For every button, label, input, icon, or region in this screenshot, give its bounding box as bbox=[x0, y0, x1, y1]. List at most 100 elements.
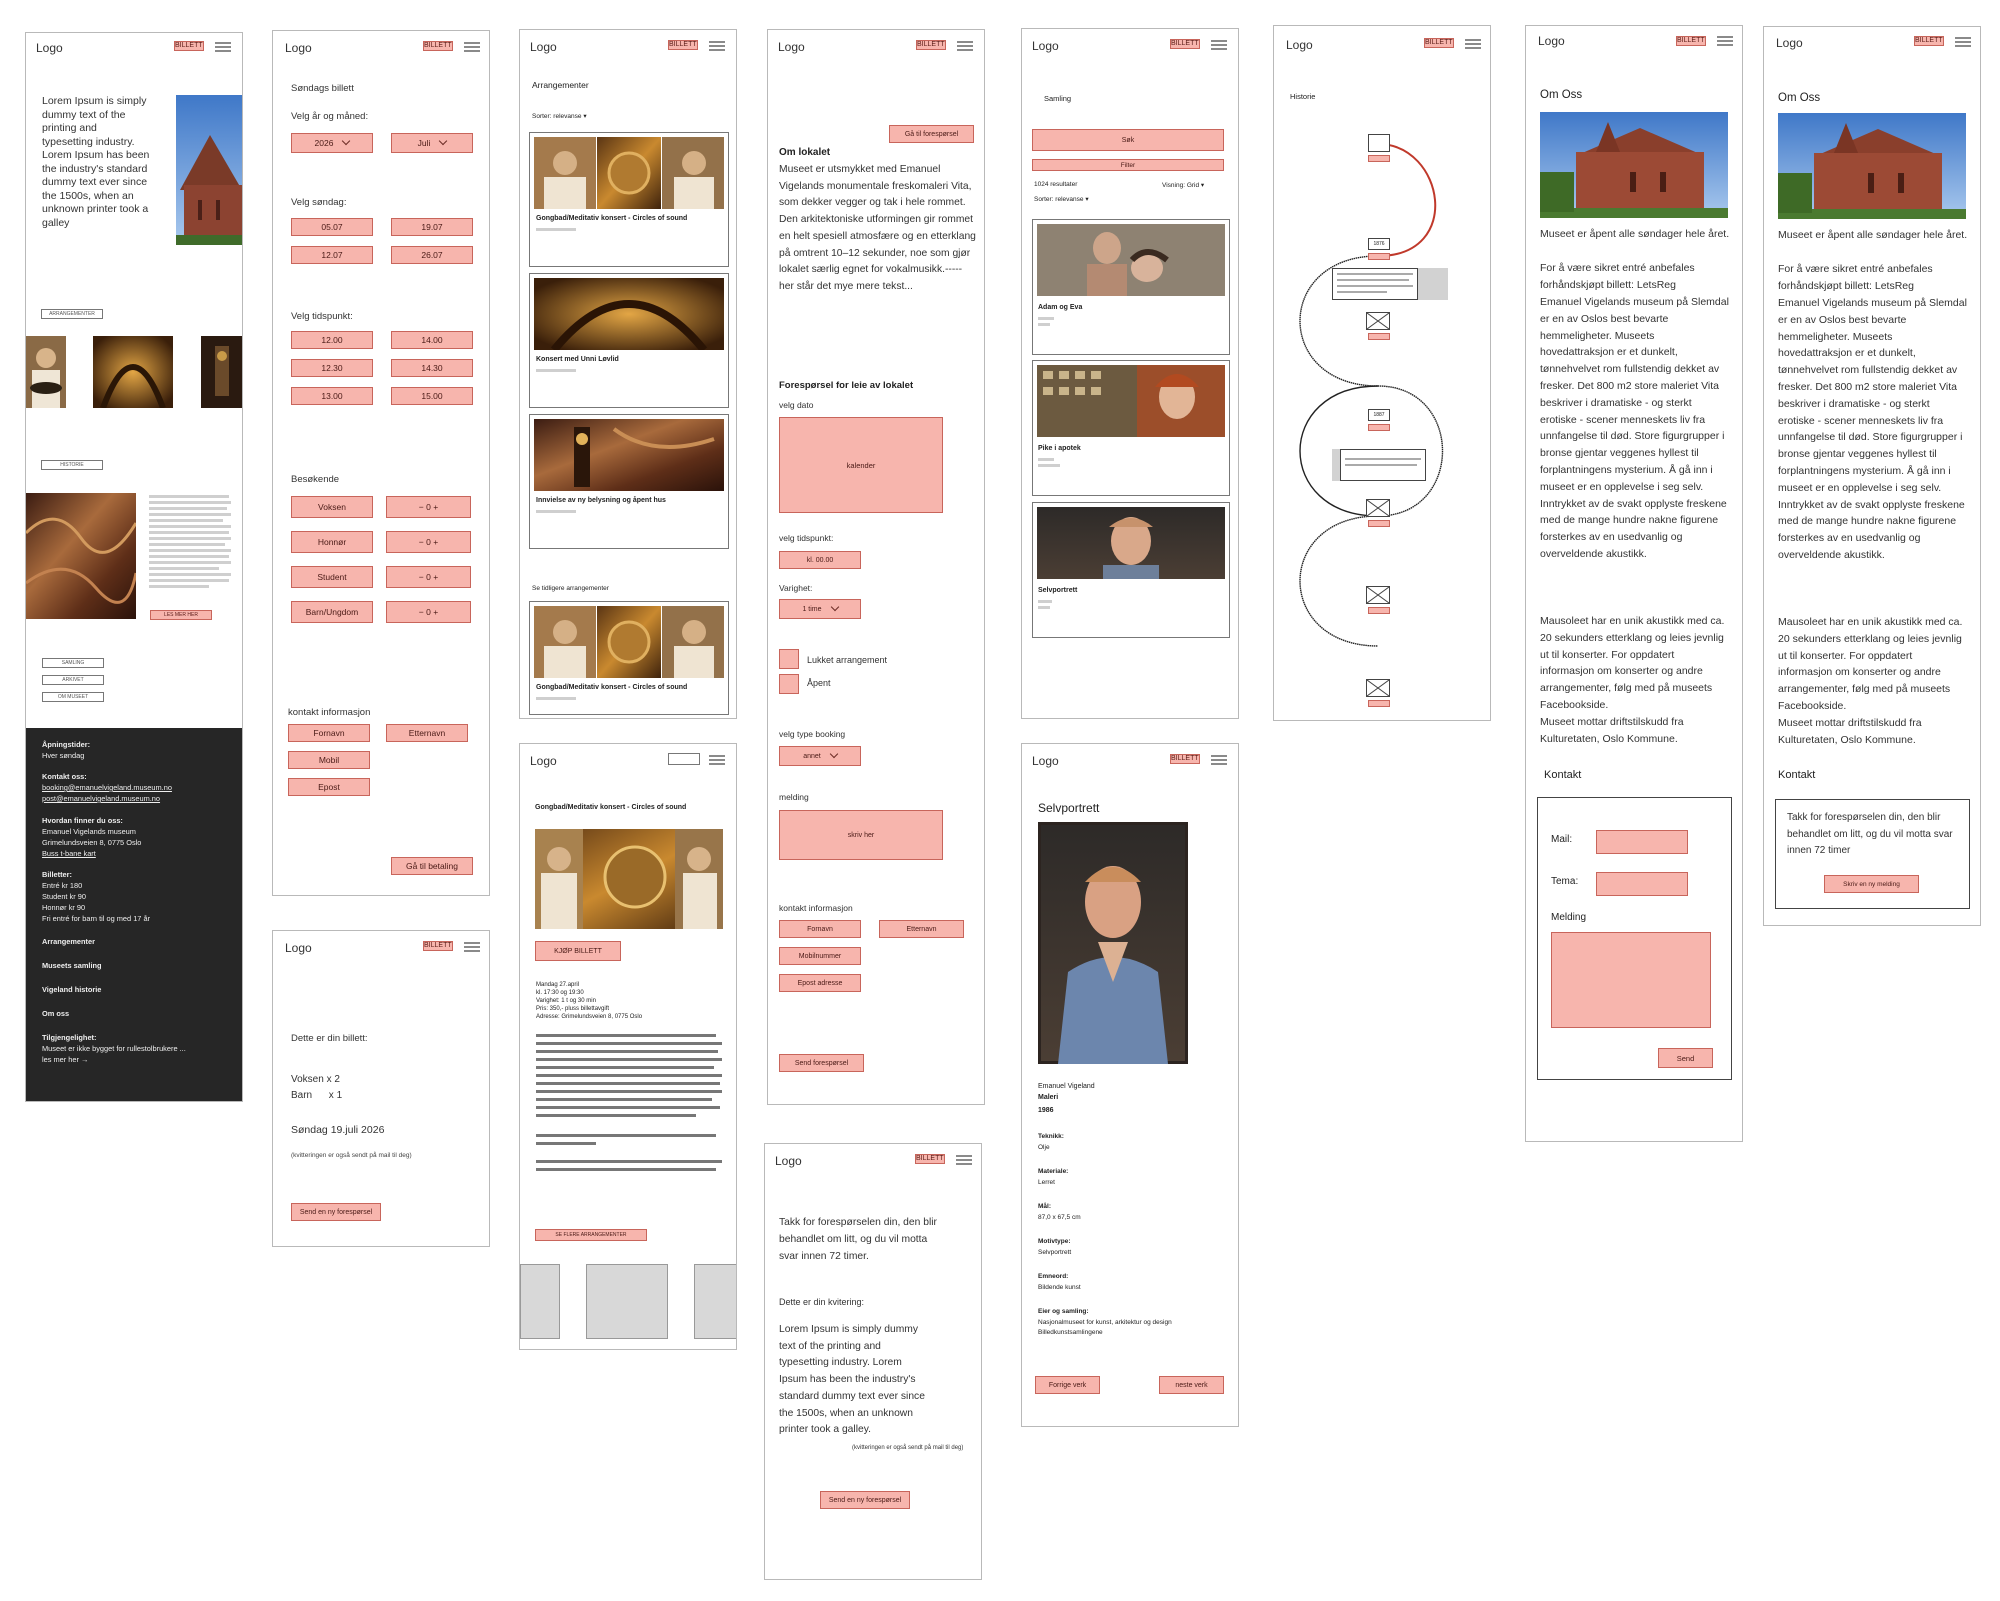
tickets-button[interactable]: BILLETTER bbox=[1676, 36, 1706, 46]
first-name-field[interactable]: Fornavn bbox=[779, 920, 861, 938]
message-field[interactable]: skriv her bbox=[779, 810, 943, 860]
time-option-1300[interactable]: 13.00 bbox=[291, 387, 373, 405]
hamburger-menu-icon[interactable] bbox=[464, 942, 480, 952]
timeline-node[interactable] bbox=[1368, 134, 1390, 152]
logo[interactable]: Logo bbox=[1032, 754, 1059, 768]
previous-events-link[interactable]: Se tidligere arrangementer bbox=[532, 585, 609, 592]
tickets-button[interactable]: BILLETTER bbox=[423, 941, 453, 951]
go-to-request-button[interactable]: Gå til forespørsel bbox=[889, 125, 974, 143]
tickets-button[interactable]: BILLETTER bbox=[916, 40, 946, 50]
new-request-button[interactable]: Send en ny forespørsel bbox=[820, 1491, 910, 1509]
logo[interactable]: Logo bbox=[285, 41, 312, 55]
search-button[interactable]: Søk bbox=[1032, 129, 1224, 151]
arrangements-button[interactable]: ARRANGEMENTER bbox=[41, 309, 103, 319]
artwork-card[interactable]: Adam og Eva bbox=[1032, 219, 1230, 355]
logo[interactable]: Logo bbox=[1538, 34, 1565, 48]
read-more-button[interactable]: LES MER HER bbox=[150, 610, 212, 620]
hamburger-menu-icon[interactable] bbox=[464, 42, 480, 52]
new-message-button[interactable]: Skriv en ny melding bbox=[1824, 875, 1919, 893]
event-card[interactable]: Innvielse av ny belysning og åpent hus bbox=[529, 414, 729, 549]
tickets-button[interactable]: BILLETTER bbox=[1170, 39, 1200, 49]
closed-event-checkbox[interactable] bbox=[779, 649, 799, 669]
new-request-button[interactable]: Send en ny forespørsel bbox=[291, 1203, 381, 1221]
archive-link[interactable]: ARKIVET bbox=[42, 675, 104, 685]
timeline-year-1887[interactable]: 1887 bbox=[1368, 409, 1390, 421]
go-to-payment-button[interactable]: Gå til betaling bbox=[391, 857, 473, 875]
logo[interactable]: Logo bbox=[775, 1154, 802, 1168]
hamburger-menu-icon[interactable] bbox=[215, 42, 231, 52]
tickets-button[interactable]: BILLETTER bbox=[668, 40, 698, 50]
logo[interactable]: Logo bbox=[1776, 36, 1803, 50]
topic-field[interactable] bbox=[1596, 872, 1688, 896]
duration-select[interactable]: 1 time bbox=[779, 599, 861, 619]
hamburger-menu-icon[interactable] bbox=[1211, 40, 1227, 50]
footer-transport-links[interactable]: Buss t-bane kart bbox=[42, 849, 96, 858]
tickets-button[interactable]: BILLETTER bbox=[915, 1154, 945, 1164]
mobile-field[interactable]: Mobilnummer bbox=[779, 947, 861, 965]
email-field[interactable]: Epost adresse bbox=[779, 974, 861, 992]
hamburger-menu-icon[interactable] bbox=[709, 41, 725, 51]
footer-read-more-link[interactable]: les mer her → bbox=[42, 1055, 88, 1064]
calendar-picker[interactable]: kalender bbox=[779, 417, 943, 513]
time-option-1430[interactable]: 14.30 bbox=[391, 359, 473, 377]
time-option-1500[interactable]: 15.00 bbox=[391, 387, 473, 405]
counter-student[interactable]: − 0 + bbox=[386, 566, 471, 588]
counter-adult[interactable]: − 0 + bbox=[386, 496, 471, 518]
last-name-field[interactable]: Etternavn bbox=[386, 724, 468, 742]
month-select[interactable]: Juli bbox=[391, 133, 473, 153]
more-events-button[interactable]: SE FLERE ARRANGEMENTER bbox=[535, 1229, 647, 1241]
first-name-field[interactable]: Fornavn bbox=[288, 724, 370, 742]
counter-child[interactable]: − 0 + bbox=[386, 601, 471, 623]
logo[interactable]: Logo bbox=[36, 41, 63, 55]
collection-link[interactable]: SAMLING bbox=[42, 658, 104, 668]
year-select[interactable]: 2026 bbox=[291, 133, 373, 153]
date-option-0507[interactable]: 05.07 bbox=[291, 218, 373, 236]
tickets-button[interactable]: BILLETTER bbox=[174, 41, 204, 51]
previous-artwork-button[interactable]: Forrige verk bbox=[1035, 1376, 1100, 1394]
tickets-button[interactable]: BILLETTER bbox=[1914, 36, 1944, 46]
time-option-1230[interactable]: 12.30 bbox=[291, 359, 373, 377]
next-artwork-button[interactable]: neste verk bbox=[1159, 1376, 1224, 1394]
hamburger-menu-icon[interactable] bbox=[709, 755, 725, 765]
sort-dropdown[interactable]: Sorter: relevanse ▾ bbox=[532, 112, 587, 120]
hamburger-menu-icon[interactable] bbox=[1717, 36, 1733, 46]
timeline-year-1876[interactable]: 1876 bbox=[1368, 238, 1390, 250]
time-option-1400[interactable]: 14.00 bbox=[391, 331, 473, 349]
footer-nav-about[interactable]: Om oss bbox=[42, 1009, 69, 1018]
message-field[interactable] bbox=[1551, 932, 1711, 1028]
history-button[interactable]: HISTORIE bbox=[41, 460, 103, 470]
time-option-1200[interactable]: 12.00 bbox=[291, 331, 373, 349]
date-option-2607[interactable]: 26.07 bbox=[391, 246, 473, 264]
send-button[interactable]: Send bbox=[1658, 1048, 1713, 1068]
artwork-card[interactable]: Selvportrett bbox=[1032, 502, 1230, 638]
event-card[interactable]: Gongbad/Meditativ konsert - Circles of s… bbox=[529, 601, 729, 715]
email-field[interactable]: Epost bbox=[288, 778, 370, 796]
hamburger-menu-icon[interactable] bbox=[957, 41, 973, 51]
booking-type-select[interactable]: annet bbox=[779, 746, 861, 766]
buy-ticket-button[interactable]: KJØP BILLETT bbox=[535, 941, 621, 961]
send-request-button[interactable]: Send forespørsel bbox=[779, 1054, 864, 1072]
open-event-checkbox[interactable] bbox=[779, 674, 799, 694]
footer-nav-history[interactable]: Vigeland historie bbox=[42, 985, 101, 994]
counter-senior[interactable]: − 0 + bbox=[386, 531, 471, 553]
mobile-field[interactable]: Mobil bbox=[288, 751, 370, 769]
related-card[interactable] bbox=[694, 1264, 736, 1339]
date-option-1207[interactable]: 12.07 bbox=[291, 246, 373, 264]
logo[interactable]: Logo bbox=[285, 941, 312, 955]
hamburger-menu-icon[interactable] bbox=[1211, 755, 1227, 765]
related-card[interactable] bbox=[520, 1264, 560, 1339]
last-name-field[interactable]: Etternavn bbox=[879, 920, 964, 938]
date-option-1907[interactable]: 19.07 bbox=[391, 218, 473, 236]
time-field[interactable]: kl. 00.00 bbox=[779, 551, 861, 569]
artwork-card[interactable]: Pike i apotek bbox=[1032, 360, 1230, 496]
logo[interactable]: Logo bbox=[1032, 39, 1059, 53]
tickets-button[interactable] bbox=[668, 753, 700, 765]
hamburger-menu-icon[interactable] bbox=[956, 1155, 972, 1165]
footer-nav-collection[interactable]: Museets samling bbox=[42, 961, 102, 970]
footer-nav-arrangements[interactable]: Arrangementer bbox=[42, 937, 95, 946]
logo[interactable]: Logo bbox=[778, 40, 805, 54]
event-card[interactable]: Gongbad/Meditativ konsert - Circles of s… bbox=[529, 132, 729, 267]
hamburger-menu-icon[interactable] bbox=[1955, 37, 1971, 47]
filter-button[interactable]: Filter bbox=[1032, 159, 1224, 171]
sort-dropdown[interactable]: Sorter: relevanse ▾ bbox=[1034, 195, 1089, 203]
